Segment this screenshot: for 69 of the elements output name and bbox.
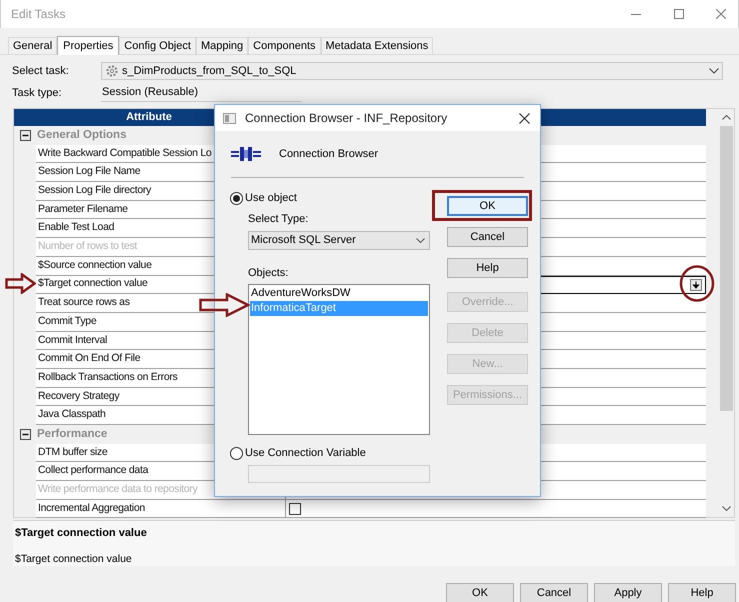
field-label: Task type: — [11, 86, 63, 101]
description-title: $Target connection value — [15, 526, 148, 541]
scroll-down-icon[interactable] — [722, 506, 731, 511]
radio-label[interactable]: Use Connection Variable — [245, 444, 366, 462]
tab[interactable]: Config Object — [119, 37, 196, 54]
attribute-label: Session Log File directory — [38, 183, 152, 198]
attribute-label: $Target connection value — [38, 276, 148, 292]
field-label: Select Type: — [248, 212, 310, 227]
highlight-circle — [679, 265, 715, 302]
attribute-label: Recovery Strategy — [38, 388, 120, 404]
dialog-button[interactable]: OK — [446, 583, 514, 602]
radio-button[interactable] — [230, 192, 243, 204]
chevron-down-icon — [709, 68, 719, 74]
task-dropdown[interactable]: s_DimProducts_from_SQL_to_SQL — [101, 62, 723, 80]
attribute-label: Java Classpath — [38, 407, 106, 422]
radio-button[interactable] — [230, 446, 243, 460]
tab[interactable]: Components — [248, 37, 321, 54]
dialog-header: Connection Browser — [279, 146, 378, 162]
attribute-label: Enable Test Load — [38, 220, 114, 236]
attribute-label: Session Log File Name — [38, 164, 140, 180]
attribute-label: $Source connection value — [38, 258, 152, 273]
attribute-label: Incremental Aggregation — [38, 500, 145, 516]
group-header: Performance — [36, 426, 108, 442]
group-header: General Options — [36, 128, 126, 143]
scrollbar-thumb[interactable] — [720, 126, 733, 411]
value-cell[interactable] — [285, 500, 706, 518]
connector-icon — [231, 144, 261, 164]
type-dropdown[interactable]: Microsoft SQL Server — [248, 230, 430, 250]
collapse-icon[interactable] — [20, 428, 30, 440]
tab[interactable]: Mapping — [196, 37, 248, 54]
attribute-label: Parameter Filename — [38, 202, 128, 217]
objects-list[interactable]: AdventureWorksDW InformaticaTarget — [248, 284, 430, 435]
collapse-icon[interactable] — [20, 130, 30, 141]
attribute-label: Treat source rows as — [38, 295, 130, 310]
annotation-arrow — [199, 293, 250, 317]
window-title: Edit Tasks — [11, 6, 66, 23]
dialog-button[interactable]: Cancel — [520, 583, 588, 602]
attribute-label: Write Backward Compatible Session Lo — [38, 146, 212, 161]
description-text: $Target connection value — [15, 552, 133, 566]
tab[interactable]: General — [8, 37, 58, 54]
close-icon[interactable] — [519, 112, 530, 124]
checkbox[interactable] — [289, 502, 301, 515]
chevron-down-icon — [416, 238, 425, 242]
field-label: Objects: — [248, 266, 290, 280]
dialog-button[interactable]: Help — [668, 583, 736, 602]
dialog-button[interactable]: Apply — [594, 583, 662, 602]
dropdown-button-icon[interactable] — [690, 278, 702, 291]
list-item[interactable]: AdventureWorksDW — [250, 286, 428, 301]
attribute-label: Number of rows to test — [38, 239, 138, 254]
radio-label[interactable]: Use object — [245, 190, 297, 206]
attribute-label: DTM buffer size — [38, 444, 108, 460]
dialog-button[interactable]: Cancel — [447, 227, 528, 247]
gear-icon — [105, 64, 119, 78]
window-icon — [223, 112, 236, 124]
dialog-button[interactable]: Help — [447, 258, 528, 278]
field-label: Select task: — [11, 64, 70, 79]
attribute-label: Commit On End Of File — [38, 351, 140, 366]
attribute-label: Collect performance data — [38, 463, 148, 478]
annotation-arrow — [5, 273, 36, 294]
tab[interactable]: Properties — [57, 36, 120, 55]
maximize-icon[interactable] — [674, 9, 684, 19]
scroll-up-icon[interactable] — [722, 115, 731, 120]
attribute-label: Commit Type — [38, 314, 96, 329]
tab[interactable]: Metadata Extensions — [320, 37, 434, 54]
attribute-label: Rollback Transactions on Errors — [38, 370, 178, 385]
attribute-label: Commit Interval — [38, 332, 108, 348]
attribute-label: Write performance data to repository — [38, 482, 198, 498]
dialog-button[interactable]: OK — [447, 196, 528, 216]
task-type-value: Session (Reusable) — [101, 84, 301, 102]
